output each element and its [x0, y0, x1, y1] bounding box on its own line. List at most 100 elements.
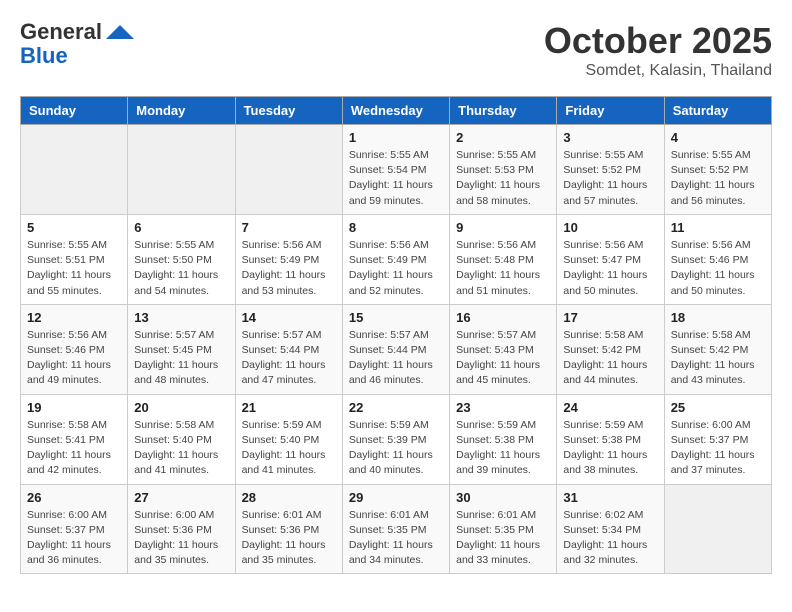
logo-arrow-icon [106, 25, 134, 39]
day-info: Sunrise: 5:55 AMSunset: 5:54 PMDaylight:… [349, 148, 443, 209]
weekday-header-wednesday: Wednesday [342, 97, 449, 125]
day-number: 20 [134, 400, 228, 415]
day-info: Sunrise: 5:58 AMSunset: 5:41 PMDaylight:… [27, 418, 121, 479]
day-number: 2 [456, 130, 550, 145]
calendar-cell: 10Sunrise: 5:56 AMSunset: 5:47 PMDayligh… [557, 214, 664, 304]
day-number: 7 [242, 220, 336, 235]
day-info: Sunrise: 5:59 AMSunset: 5:40 PMDaylight:… [242, 418, 336, 479]
day-number: 8 [349, 220, 443, 235]
day-number: 29 [349, 490, 443, 505]
calendar-cell: 29Sunrise: 6:01 AMSunset: 5:35 PMDayligh… [342, 484, 449, 574]
logo-blue: Blue [20, 44, 68, 68]
calendar-cell: 2 Sunrise: 5:55 AMSunset: 5:53 PMDaylight… [450, 125, 557, 215]
weekday-header-tuesday: Tuesday [235, 97, 342, 125]
calendar-cell: 30Sunrise: 6:01 AMSunset: 5:35 PMDayligh… [450, 484, 557, 574]
day-number: 12 [27, 310, 121, 325]
calendar-table: SundayMondayTuesdayWednesdayThursdayFrid… [20, 96, 772, 574]
day-info: Sunrise: 6:02 AMSunset: 5:34 PMDaylight:… [563, 508, 657, 569]
day-info: Sunrise: 6:01 AMSunset: 5:35 PMDaylight:… [456, 508, 550, 569]
logo-general: General [20, 20, 102, 44]
day-info: Sunrise: 5:55 AMSunset: 5:51 PMDaylight:… [27, 238, 121, 299]
calendar-cell: 4Sunrise: 5:55 AMSunset: 5:52 PMDaylight… [664, 125, 771, 215]
day-number: 1 [349, 130, 443, 145]
calendar-cell: 5 Sunrise: 5:55 AMSunset: 5:51 PMDaylight… [21, 214, 128, 304]
weekday-header-saturday: Saturday [664, 97, 771, 125]
day-info: Sunrise: 5:57 AMSunset: 5:43 PMDaylight:… [456, 328, 550, 389]
day-number: 18 [671, 310, 765, 325]
calendar-cell: 11 Sunrise: 5:56 AMSunset: 5:46 PMDayligh… [664, 214, 771, 304]
day-number: 22 [349, 400, 443, 415]
day-info: Sunrise: 5:57 AMSunset: 5:45 PMDaylight:… [134, 328, 228, 389]
day-info: Sunrise: 5:59 AMSunset: 5:38 PMDaylight:… [456, 418, 550, 479]
day-number: 13 [134, 310, 228, 325]
calendar-cell: 3Sunrise: 5:55 AMSunset: 5:52 PMDaylight… [557, 125, 664, 215]
calendar-cell: 20 Sunrise: 5:58 AMSunset: 5:40 PMDayligh… [128, 394, 235, 484]
day-number: 17 [563, 310, 657, 325]
page-header: General Blue October 2025 Somdet, Kalasi… [20, 20, 772, 80]
calendar-cell: 23Sunrise: 5:59 AMSunset: 5:38 PMDayligh… [450, 394, 557, 484]
calendar-cell: 26Sunrise: 6:00 AMSunset: 5:37 PMDayligh… [21, 484, 128, 574]
day-info: Sunrise: 5:55 AMSunset: 5:50 PMDaylight:… [134, 238, 228, 299]
calendar-cell: 17 Sunrise: 5:58 AMSunset: 5:42 PMDayligh… [557, 304, 664, 394]
day-info: Sunrise: 5:56 AMSunset: 5:48 PMDaylight:… [456, 238, 550, 299]
calendar-cell: 18 Sunrise: 5:58 AMSunset: 5:42 PMDayligh… [664, 304, 771, 394]
day-number: 24 [563, 400, 657, 415]
day-info: Sunrise: 5:56 AMSunset: 5:46 PMDaylight:… [27, 328, 121, 389]
day-number: 16 [456, 310, 550, 325]
calendar-cell: 9 Sunrise: 5:56 AMSunset: 5:48 PMDaylight… [450, 214, 557, 304]
calendar-cell [128, 125, 235, 215]
day-info: Sunrise: 5:56 AMSunset: 5:49 PMDaylight:… [349, 238, 443, 299]
day-number: 11 [671, 220, 765, 235]
day-info: Sunrise: 5:59 AMSunset: 5:39 PMDaylight:… [349, 418, 443, 479]
weekday-header-monday: Monday [128, 97, 235, 125]
day-info: Sunrise: 5:56 AMSunset: 5:47 PMDaylight:… [563, 238, 657, 299]
month-title: October 2025 [544, 20, 772, 62]
calendar-cell: 25Sunrise: 6:00 AMSunset: 5:37 PMDayligh… [664, 394, 771, 484]
weekday-header-friday: Friday [557, 97, 664, 125]
calendar-cell: 1 Sunrise: 5:55 AMSunset: 5:54 PMDaylight… [342, 125, 449, 215]
day-info: Sunrise: 5:59 AMSunset: 5:38 PMDaylight:… [563, 418, 657, 479]
day-info: Sunrise: 5:55 AMSunset: 5:52 PMDaylight:… [563, 148, 657, 209]
calendar-cell: 21 Sunrise: 5:59 AMSunset: 5:40 PMDayligh… [235, 394, 342, 484]
weekday-header-sunday: Sunday [21, 97, 128, 125]
day-info: Sunrise: 6:00 AMSunset: 5:37 PMDaylight:… [671, 418, 765, 479]
calendar-cell: 19 Sunrise: 5:58 AMSunset: 5:41 PMDayligh… [21, 394, 128, 484]
calendar-cell: 12 Sunrise: 5:56 AMSunset: 5:46 PMDayligh… [21, 304, 128, 394]
day-number: 5 [27, 220, 121, 235]
day-number: 31 [563, 490, 657, 505]
calendar-cell: 24 Sunrise: 5:59 AMSunset: 5:38 PMDayligh… [557, 394, 664, 484]
weekday-header-thursday: Thursday [450, 97, 557, 125]
calendar-cell [21, 125, 128, 215]
calendar-cell: 13 Sunrise: 5:57 AMSunset: 5:45 PMDayligh… [128, 304, 235, 394]
calendar-cell: 6 Sunrise: 5:55 AMSunset: 5:50 PMDaylight… [128, 214, 235, 304]
day-number: 19 [27, 400, 121, 415]
day-number: 27 [134, 490, 228, 505]
calendar-cell: 16 Sunrise: 5:57 AMSunset: 5:43 PMDayligh… [450, 304, 557, 394]
calendar-cell: 28Sunrise: 6:01 AMSunset: 5:36 PMDayligh… [235, 484, 342, 574]
day-info: Sunrise: 6:00 AMSunset: 5:36 PMDaylight:… [134, 508, 228, 569]
day-number: 9 [456, 220, 550, 235]
day-number: 4 [671, 130, 765, 145]
day-number: 28 [242, 490, 336, 505]
day-number: 21 [242, 400, 336, 415]
day-info: Sunrise: 5:56 AMSunset: 5:49 PMDaylight:… [242, 238, 336, 299]
day-number: 15 [349, 310, 443, 325]
day-number: 6 [134, 220, 228, 235]
day-info: Sunrise: 5:56 AMSunset: 5:46 PMDaylight:… [671, 238, 765, 299]
logo: General Blue [20, 20, 134, 68]
day-info: Sunrise: 5:58 AMSunset: 5:42 PMDaylight:… [563, 328, 657, 389]
calendar-cell: 27 Sunrise: 6:00 AMSunset: 5:36 PMDayligh… [128, 484, 235, 574]
day-info: Sunrise: 5:58 AMSunset: 5:42 PMDaylight:… [671, 328, 765, 389]
calendar-cell: 7 Sunrise: 5:56 AMSunset: 5:49 PMDaylight… [235, 214, 342, 304]
day-info: Sunrise: 6:00 AMSunset: 5:37 PMDaylight:… [27, 508, 121, 569]
day-info: Sunrise: 5:57 AMSunset: 5:44 PMDaylight:… [349, 328, 443, 389]
day-info: Sunrise: 5:55 AMSunset: 5:53 PMDaylight:… [456, 148, 550, 209]
calendar-cell [664, 484, 771, 574]
day-info: Sunrise: 5:58 AMSunset: 5:40 PMDaylight:… [134, 418, 228, 479]
calendar-cell: 14Sunrise: 5:57 AMSunset: 5:44 PMDayligh… [235, 304, 342, 394]
day-number: 14 [242, 310, 336, 325]
calendar-cell: 8 Sunrise: 5:56 AMSunset: 5:49 PMDaylight… [342, 214, 449, 304]
calendar-cell [235, 125, 342, 215]
calendar-cell: 15 Sunrise: 5:57 AMSunset: 5:44 PMDayligh… [342, 304, 449, 394]
calendar-cell: 22 Sunrise: 5:59 AMSunset: 5:39 PMDayligh… [342, 394, 449, 484]
